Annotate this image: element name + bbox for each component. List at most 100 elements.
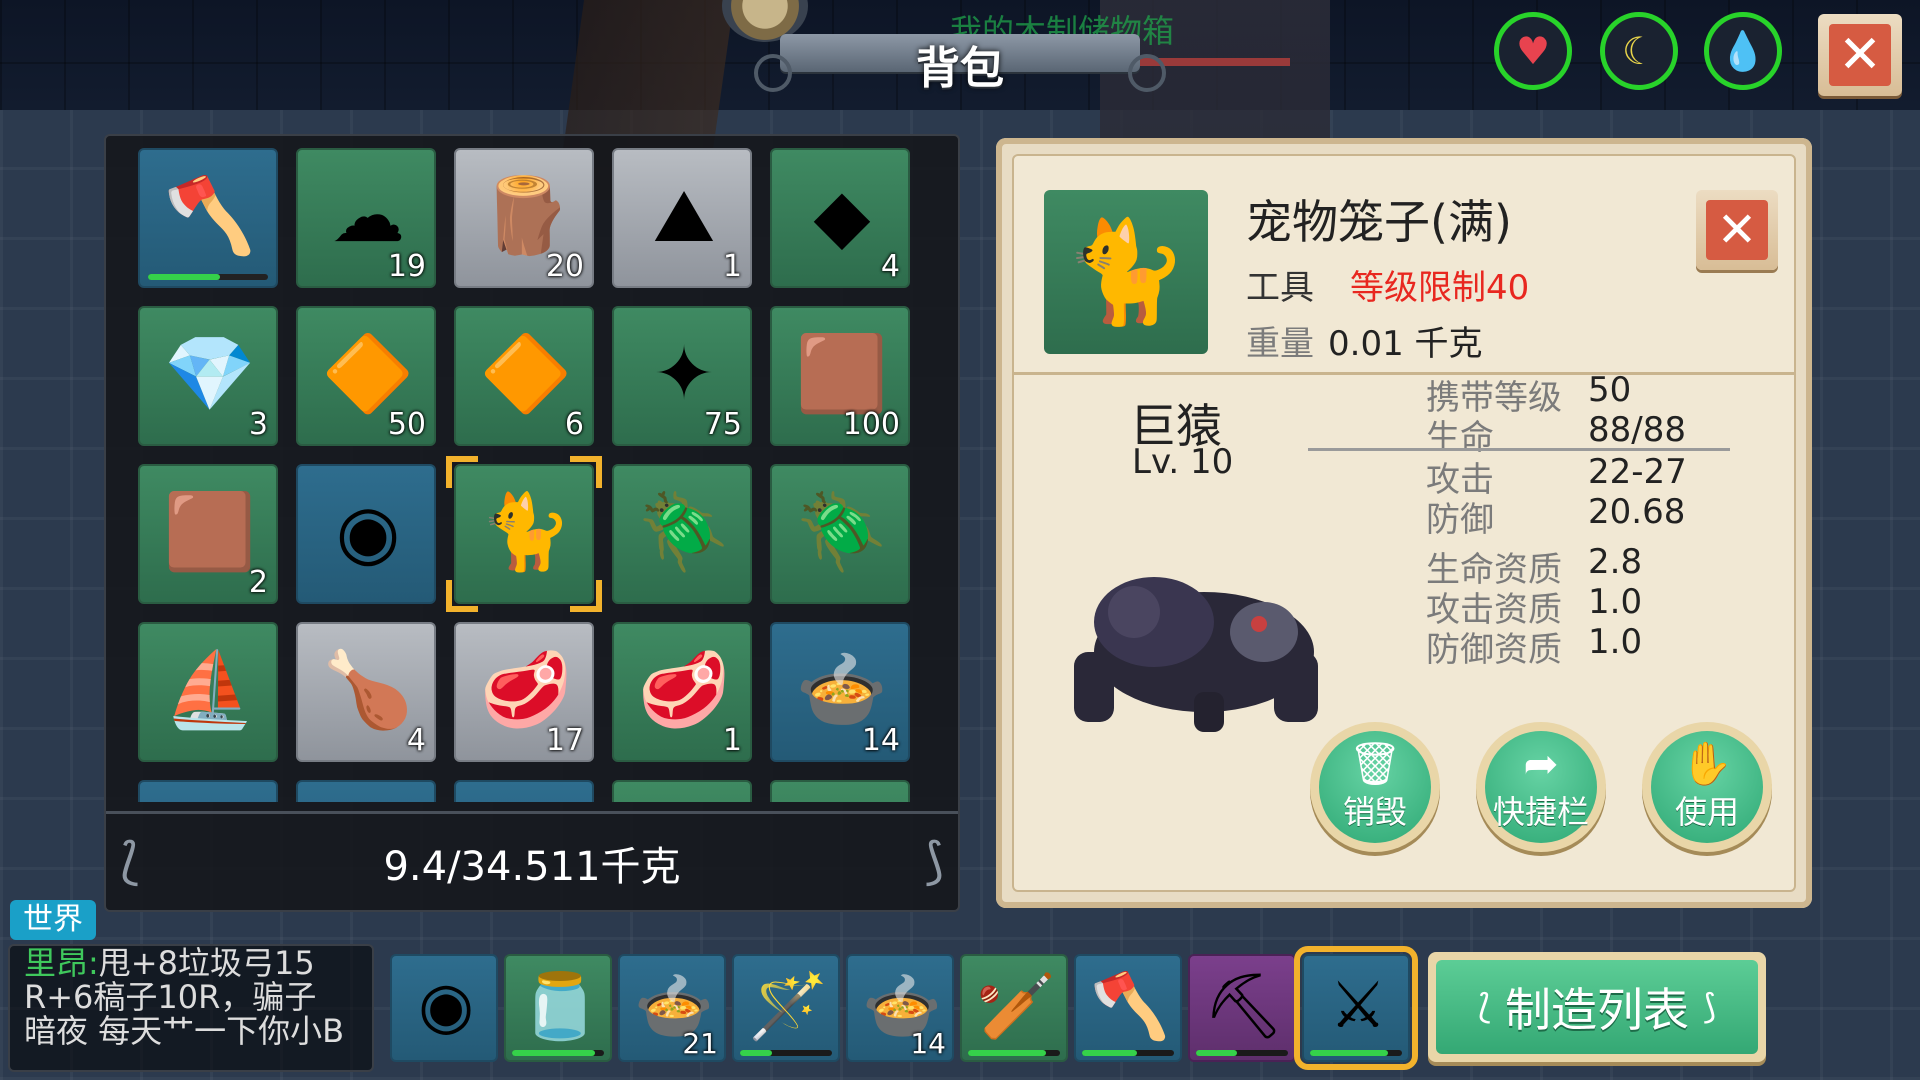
magic-staff-icon: 🪄 xyxy=(748,969,828,1044)
selection-corner xyxy=(570,580,602,612)
salt-pile-icon: ⛰ xyxy=(790,796,894,802)
inventory-slot[interactable]: ◆ 4 xyxy=(770,148,910,288)
inventory-slot[interactable]: 🍲 xyxy=(454,780,594,802)
hotbar-slot[interactable]: 🪓 xyxy=(1074,954,1182,1062)
thirst-meter[interactable]: 💧 xyxy=(1704,12,1782,90)
inventory-slot[interactable]: ✦ 75 xyxy=(612,306,752,446)
hotbar-button[interactable]: ➦ 快捷栏 xyxy=(1476,722,1606,852)
close-icon: ✕ xyxy=(1829,24,1891,86)
footer-scroll-right-icon: ⟆ xyxy=(924,832,944,890)
slot-count: 6 xyxy=(564,407,584,442)
hotbar-slot[interactable]: ⛏ xyxy=(1188,954,1296,1062)
inventory-slot[interactable]: ◉ xyxy=(296,464,436,604)
hide-icon: 🟫 xyxy=(163,488,257,575)
inventory-slot[interactable]: ☁ 19 xyxy=(296,148,436,288)
banana-icon: ☾ xyxy=(1621,29,1657,73)
item-weight-value: 0.01 千克 xyxy=(1328,324,1483,364)
sand-pile-icon: ⛰ xyxy=(652,172,716,259)
destroy-button[interactable]: 🗑 销毁 xyxy=(1310,722,1440,852)
close-icon: ✕ xyxy=(1706,200,1768,260)
hotbar-slot[interactable]: 🍲 14 xyxy=(846,954,954,1062)
inventory-slot[interactable]: ⛰ 1 xyxy=(612,148,752,288)
wooden-club-icon: 🏏 xyxy=(976,969,1056,1044)
durability-bar xyxy=(1082,1050,1174,1056)
stew-bowl-2-icon: 🍲 xyxy=(474,796,578,802)
inventory-slot[interactable]: 🍲 xyxy=(138,780,278,802)
inventory-slot[interactable]: 🥩 1 xyxy=(612,622,752,762)
inventory-slot[interactable]: 🥩 17 xyxy=(454,622,594,762)
inventory-slot[interactable]: ⛰ xyxy=(770,780,910,802)
arrow-back-icon: ➦ xyxy=(1523,739,1559,788)
chat-message: R+6稿子10R，骗子 xyxy=(24,978,317,1016)
inventory-slot[interactable]: 🍲 14 xyxy=(770,622,910,762)
craft-list-button[interactable]: ⟅ 制造列表 ⟆ xyxy=(1428,952,1766,1062)
inventory-slot[interactable]: 🪓 xyxy=(138,148,278,288)
craft-list-button-face: ⟅ 制造列表 ⟆ xyxy=(1436,960,1758,1054)
inventory-slot[interactable]: 🍗 4 xyxy=(296,622,436,762)
health-meter[interactable]: ♥ xyxy=(1494,12,1572,90)
item-type: 工具 xyxy=(1246,268,1314,308)
inventory-slot[interactable]: 🔶 6 xyxy=(454,306,594,446)
close-detail-button[interactable]: ✕ xyxy=(1696,190,1778,270)
hand-icon: ✋ xyxy=(1680,739,1734,788)
stat-value: 22-27 xyxy=(1588,452,1687,492)
raw-meat-2-icon: 🥩 xyxy=(637,646,731,733)
inventory-footer: ⟅ 9.4/34.511千克 ⟆ xyxy=(106,811,958,910)
inventory-slot[interactable]: 🫐 xyxy=(612,780,752,802)
close-inventory-button[interactable]: ✕ xyxy=(1818,14,1902,96)
inventory-slot[interactable]: 🐈 xyxy=(446,456,602,612)
trash-icon: 🗑 xyxy=(1348,739,1402,788)
use-button-face: ✋ 使用 xyxy=(1651,731,1763,843)
hotbar-button-face: ➦ 快捷栏 xyxy=(1485,731,1597,843)
slot-count: 20 xyxy=(545,249,584,284)
durability-bar xyxy=(740,1050,832,1056)
stat-value: 88/88 xyxy=(1588,410,1686,450)
item-level-limit: 等级限制40 xyxy=(1350,268,1530,308)
hotbar-slot[interactable]: ◉ xyxy=(390,954,498,1062)
curry-bowl-icon: 🍛 xyxy=(316,796,420,802)
inventory-slot[interactable]: 🪵 20 xyxy=(454,148,594,288)
hotbar-slot[interactable]: 🏏 xyxy=(960,954,1068,1062)
inventory-slot[interactable]: 💎 3 xyxy=(138,306,278,446)
slot-count: 19 xyxy=(387,249,426,284)
inventory-slot[interactable]: 🪲 xyxy=(770,464,910,604)
water-gourd-icon: 🫙 xyxy=(520,969,600,1044)
amber-crystal-icon: 🔶 xyxy=(479,330,573,417)
hotbar-label: 快捷栏 xyxy=(1492,793,1589,831)
window-title-plate: 背包 xyxy=(754,14,1166,94)
slot-count: 4 xyxy=(880,249,900,284)
item-detail-inner: 🐈 宠物笼子(满) 工具 等级限制40 重量 0.01 千克 ✕ 巨猿 Lv. … xyxy=(1012,154,1796,892)
inventory-slot[interactable]: 🪲 xyxy=(612,464,752,604)
silver-crystal-icon: 💎 xyxy=(163,330,257,417)
chat-tab-world[interactable]: 世界 xyxy=(10,900,96,940)
craft-list-label: 制造列表 xyxy=(1505,983,1689,1037)
inventory-slot[interactable]: 🟫 2 xyxy=(138,464,278,604)
hotbar-slot[interactable]: 🪄 xyxy=(732,954,840,1062)
stat-label: 防御资质 xyxy=(1426,630,1562,670)
use-label: 使用 xyxy=(1674,793,1739,831)
hotbar-slot[interactable]: ⚔ xyxy=(1294,946,1418,1070)
inventory-slot[interactable]: 🍛 xyxy=(296,780,436,802)
selection-corner xyxy=(446,456,478,488)
stat-value: 1.0 xyxy=(1588,622,1643,662)
use-button[interactable]: ✋ 使用 xyxy=(1642,722,1772,852)
pickaxe-icon: ⛏ xyxy=(1203,969,1285,1044)
slot-count: 1 xyxy=(722,723,742,758)
chat-separator: : xyxy=(88,944,99,982)
chat-username[interactable]: 里昂 xyxy=(24,946,88,982)
battle-axe-icon: 🪓 xyxy=(163,172,257,259)
stats-separator xyxy=(1308,448,1730,451)
inventory-slot[interactable]: 🔶 50 xyxy=(296,306,436,446)
slot-count: 3 xyxy=(248,407,268,442)
chat-box[interactable]: 里昂:甩+8垃圾弓15 R+6稿子10R，骗子 暗夜 每天艹一下你小B xyxy=(8,944,374,1072)
hotbar-slot[interactable]: 🫙 xyxy=(504,954,612,1062)
destroy-button-face: 🗑 销毁 xyxy=(1319,731,1431,843)
pet-cage-icon: 🐈 xyxy=(479,488,573,575)
inventory-slot[interactable]: 🟫 100 xyxy=(770,306,910,446)
hunger-meter[interactable]: ☾ xyxy=(1600,12,1678,90)
chat-message: 甩+8垃圾弓15 xyxy=(98,944,315,982)
destroy-label: 销毁 xyxy=(1342,793,1407,831)
inventory-grid[interactable]: 🪓 ☁ 19 🪵 20 ⛰ 1 ◆ 4 💎 3 🔶 50 🔶 6 ✦ 75 🟫 100 🟫 2 ◉ 🐈 🪲 🪲 ⛵ 🍗 4 🥩 17 🥩 1 🍲… xyxy=(138,148,938,802)
hotbar-slot[interactable]: 🍲 21 xyxy=(618,954,726,1062)
inventory-slot[interactable]: ⛵ xyxy=(138,622,278,762)
